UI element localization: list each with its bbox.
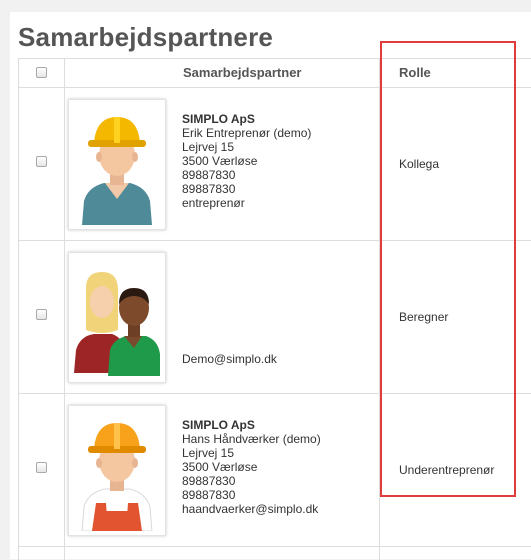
row-divider (19, 546, 531, 547)
partner-email: Demo@simplo.dk (182, 352, 277, 366)
partner-name: Erik Entreprenør (demo) (182, 126, 312, 140)
row-checkbox[interactable] (36, 462, 47, 473)
partner-email: haandvaerker@simplo.dk (182, 502, 319, 516)
partner-name: Hans Håndværker (demo) (182, 432, 321, 446)
partner-phone-2: 89887830 (182, 182, 236, 196)
partner-company: SIMPLO ApS (182, 112, 255, 126)
partner-street: Lejrvej 15 (182, 446, 235, 460)
select-all-checkbox[interactable] (36, 67, 47, 78)
column-header-partner[interactable]: Samarbejdspartner (183, 65, 302, 80)
partner-phone: 89887830 (182, 474, 236, 488)
group-avatar (68, 252, 166, 383)
row-checkbox[interactable] (36, 309, 47, 320)
partner-phone: 89887830 (182, 168, 236, 182)
craftsman-avatar (68, 405, 166, 536)
partner-info: Demo@simplo.dk (182, 352, 372, 366)
partner-info: SIMPLO ApS Erik Entreprenør (demo) Lejrv… (182, 112, 372, 210)
partner-street: Lejrvej 15 (182, 140, 235, 154)
partner-company: SIMPLO ApS (182, 418, 255, 432)
column-divider (64, 59, 65, 560)
partner-city: 3500 Værløse (182, 460, 258, 474)
partner-phone-2: 89887830 (182, 488, 236, 502)
construction-worker-avatar (68, 99, 166, 230)
people-group-icon (74, 271, 160, 376)
row-checkbox[interactable] (36, 156, 47, 167)
role-column-highlight (380, 41, 516, 497)
partner-city: 3500 Værløse (182, 154, 258, 168)
partner-info: SIMPLO ApS Hans Håndværker (demo) Lejrve… (182, 418, 372, 516)
construction-worker-icon (82, 116, 152, 225)
partner-extra: entreprenør (182, 196, 245, 210)
page-title: Samarbejdspartnere (18, 22, 274, 52)
craftsman-icon (81, 422, 153, 531)
